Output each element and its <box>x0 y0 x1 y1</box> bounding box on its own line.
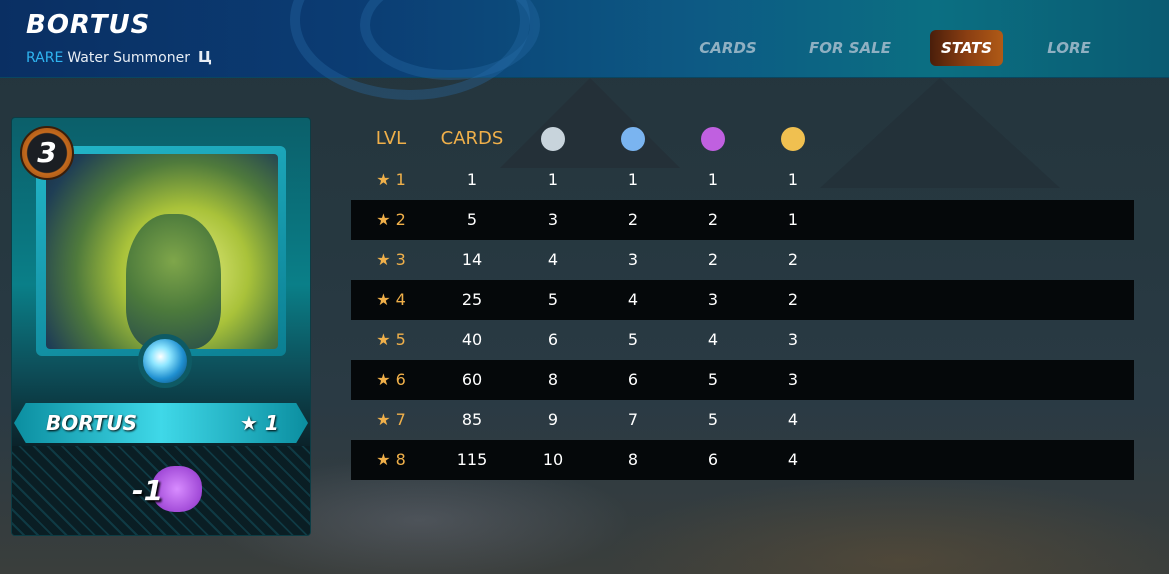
cards-cell: 25 <box>461 290 483 309</box>
stat-cell: 3 <box>787 330 799 349</box>
header-bar: BORTUS RARE Water Summoner Ц CARDS FOR SAL… <box>0 0 1169 100</box>
level-cell: ★ 6 <box>376 370 406 389</box>
card-name: BORTUS <box>46 411 138 435</box>
legendary-color-dot-icon <box>781 127 805 151</box>
stat-cell: 2 <box>707 210 719 229</box>
cards-cell: 85 <box>461 410 483 429</box>
stat-cell: 8 <box>627 450 639 469</box>
tab-for-sale[interactable]: FOR SALE <box>806 30 894 66</box>
cards-cell: 40 <box>461 330 483 349</box>
stat-cell: 5 <box>627 330 639 349</box>
stat-cell: 4 <box>787 410 799 429</box>
cards-cell: 5 <box>466 210 478 229</box>
character-figure <box>126 214 221 349</box>
stat-cell: 2 <box>627 210 639 229</box>
table-row: ★ 6 60 8 6 5 3 <box>351 360 1134 400</box>
table-row: ★ 1 1 1 1 1 1 <box>351 160 1134 200</box>
water-gem-icon <box>138 334 192 388</box>
common-color-dot-icon <box>541 127 565 151</box>
level-cell: ★ 2 <box>376 210 406 229</box>
stat-cell: 3 <box>787 370 799 389</box>
stat-cell: 4 <box>547 250 559 269</box>
stat-cell: 3 <box>627 250 639 269</box>
stat-cell: 1 <box>707 170 719 189</box>
stat-cell: 10 <box>542 450 564 469</box>
stat-cell: 2 <box>707 250 719 269</box>
cards-cell: 60 <box>461 370 483 389</box>
stat-cell: 4 <box>707 330 719 349</box>
stat-cell: 6 <box>547 330 559 349</box>
stats-table: LVL CARDS ★ 1 1 1 1 1 1 ★ 2 5 3 2 2 1 ★ 3 14 4 3 2 2 ★ 4 25… <box>351 118 1134 480</box>
stat-cell: 4 <box>627 290 639 309</box>
card-level: ★ 1 <box>240 411 279 435</box>
rare-color-dot-icon <box>621 127 645 151</box>
stat-cell: 2 <box>787 250 799 269</box>
level-cell: ★ 3 <box>376 250 406 269</box>
table-row: ★ 7 85 9 7 5 4 <box>351 400 1134 440</box>
stat-cell: 5 <box>547 290 559 309</box>
table-row: ★ 4 25 5 4 3 2 <box>351 280 1134 320</box>
stat-cell: 6 <box>627 370 639 389</box>
mana-cost-icon: 3 <box>20 126 74 180</box>
stat-cell: 5 <box>707 370 719 389</box>
level-cell: ★ 7 <box>376 410 406 429</box>
cards-cell: 14 <box>461 250 483 269</box>
tab-stats[interactable]: STATS <box>930 30 1003 66</box>
cards-cell: 115 <box>456 450 488 469</box>
header-lvl: LVL <box>375 128 407 149</box>
tab-bar: CARDS FOR SALE STATS LORE <box>0 30 1169 66</box>
stat-cell: 1 <box>627 170 639 189</box>
level-cell: ★ 1 <box>376 170 406 189</box>
table-row: ★ 2 5 3 2 2 1 <box>351 200 1134 240</box>
table-row: ★ 5 40 6 5 4 3 <box>351 320 1134 360</box>
ability-value: -1 <box>132 474 164 507</box>
stat-cell: 3 <box>707 290 719 309</box>
level-cell: ★ 5 <box>376 330 406 349</box>
level-cell: ★ 4 <box>376 290 406 309</box>
stat-cell: 1 <box>547 170 559 189</box>
epic-color-dot-icon <box>701 127 725 151</box>
stat-cell: 8 <box>547 370 559 389</box>
header-cards: CARDS <box>440 128 504 149</box>
stat-cell: 7 <box>627 410 639 429</box>
stat-cell: 1 <box>787 170 799 189</box>
stat-cell: 6 <box>707 450 719 469</box>
stat-cell: 5 <box>707 410 719 429</box>
level-cell: ★ 8 <box>376 450 406 469</box>
table-row: ★ 8 115 10 8 6 4 <box>351 440 1134 480</box>
tab-cards[interactable]: CARDS <box>690 30 766 66</box>
card-artwork <box>46 154 278 349</box>
stats-header-row: LVL CARDS <box>351 118 1134 160</box>
card-image: 3 BORTUS ★ 1 -1 <box>11 117 311 536</box>
cards-cell: 1 <box>466 170 478 189</box>
tab-lore[interactable]: LORE <box>1040 30 1098 66</box>
stat-cell: 4 <box>787 450 799 469</box>
stat-cell: 1 <box>787 210 799 229</box>
stat-cell: 3 <box>547 210 559 229</box>
stat-cell: 2 <box>787 290 799 309</box>
stat-cell: 9 <box>547 410 559 429</box>
table-row: ★ 3 14 4 3 2 2 <box>351 240 1134 280</box>
